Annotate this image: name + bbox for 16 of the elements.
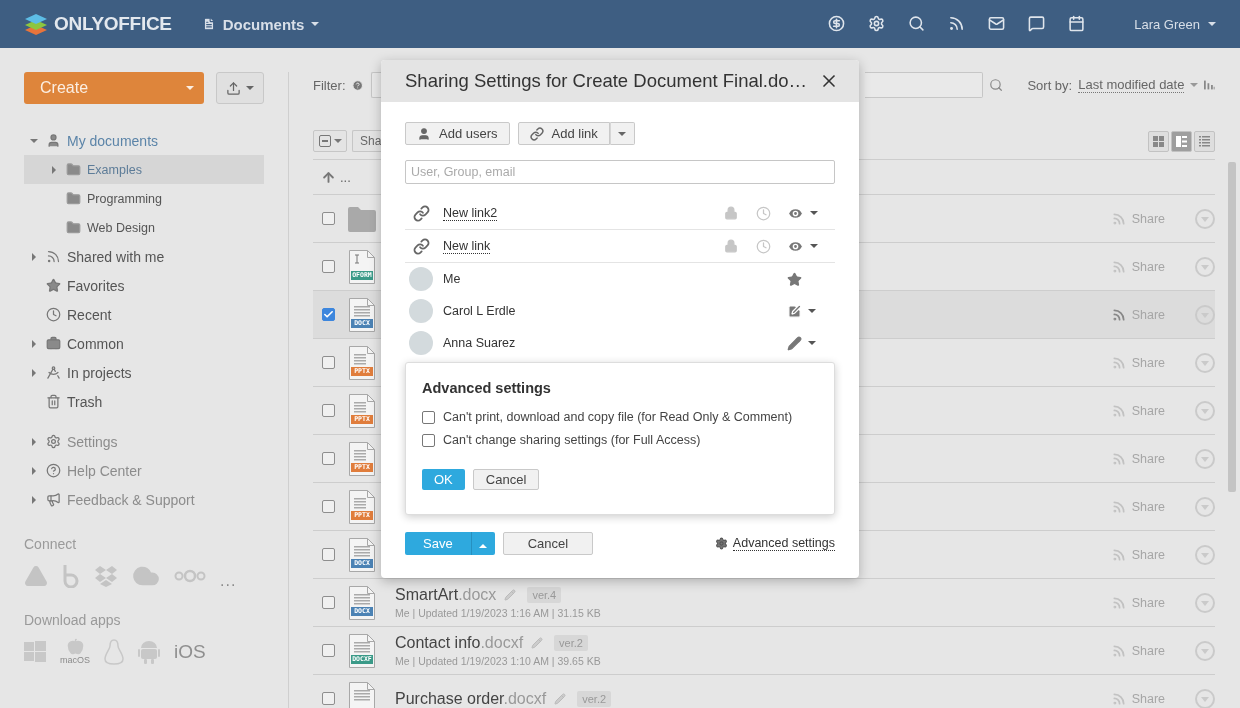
section-title: Connect [24, 536, 78, 552]
file-meta: Me | Updated 1/19/2023 1:16 AM | 31.15 KB [395, 607, 601, 619]
dialog-title: Sharing Settings for Create Document Final.do… [405, 70, 808, 92]
file-meta: Me | Updated 1/19/2023 1:10 AM | 39.65 KB [395, 655, 601, 667]
version-badge: ver.4 [527, 587, 562, 603]
user-name: Me [443, 272, 461, 286]
version-badge: ver.2 [554, 635, 588, 651]
logo-text: ONLYOFFICE [54, 13, 172, 35]
popover-title: Advanced settings [422, 380, 552, 396]
user-name: Anna Suarez [443, 336, 516, 350]
app-label: macOS [60, 655, 90, 665]
section-title: Download apps [24, 612, 122, 628]
version-badge: ver.2 [577, 690, 612, 707]
filter-label: Filter: [313, 77, 346, 93]
user-name: Carol L Erdle [443, 304, 516, 318]
sort-label: Sort by: [1027, 77, 1073, 93]
